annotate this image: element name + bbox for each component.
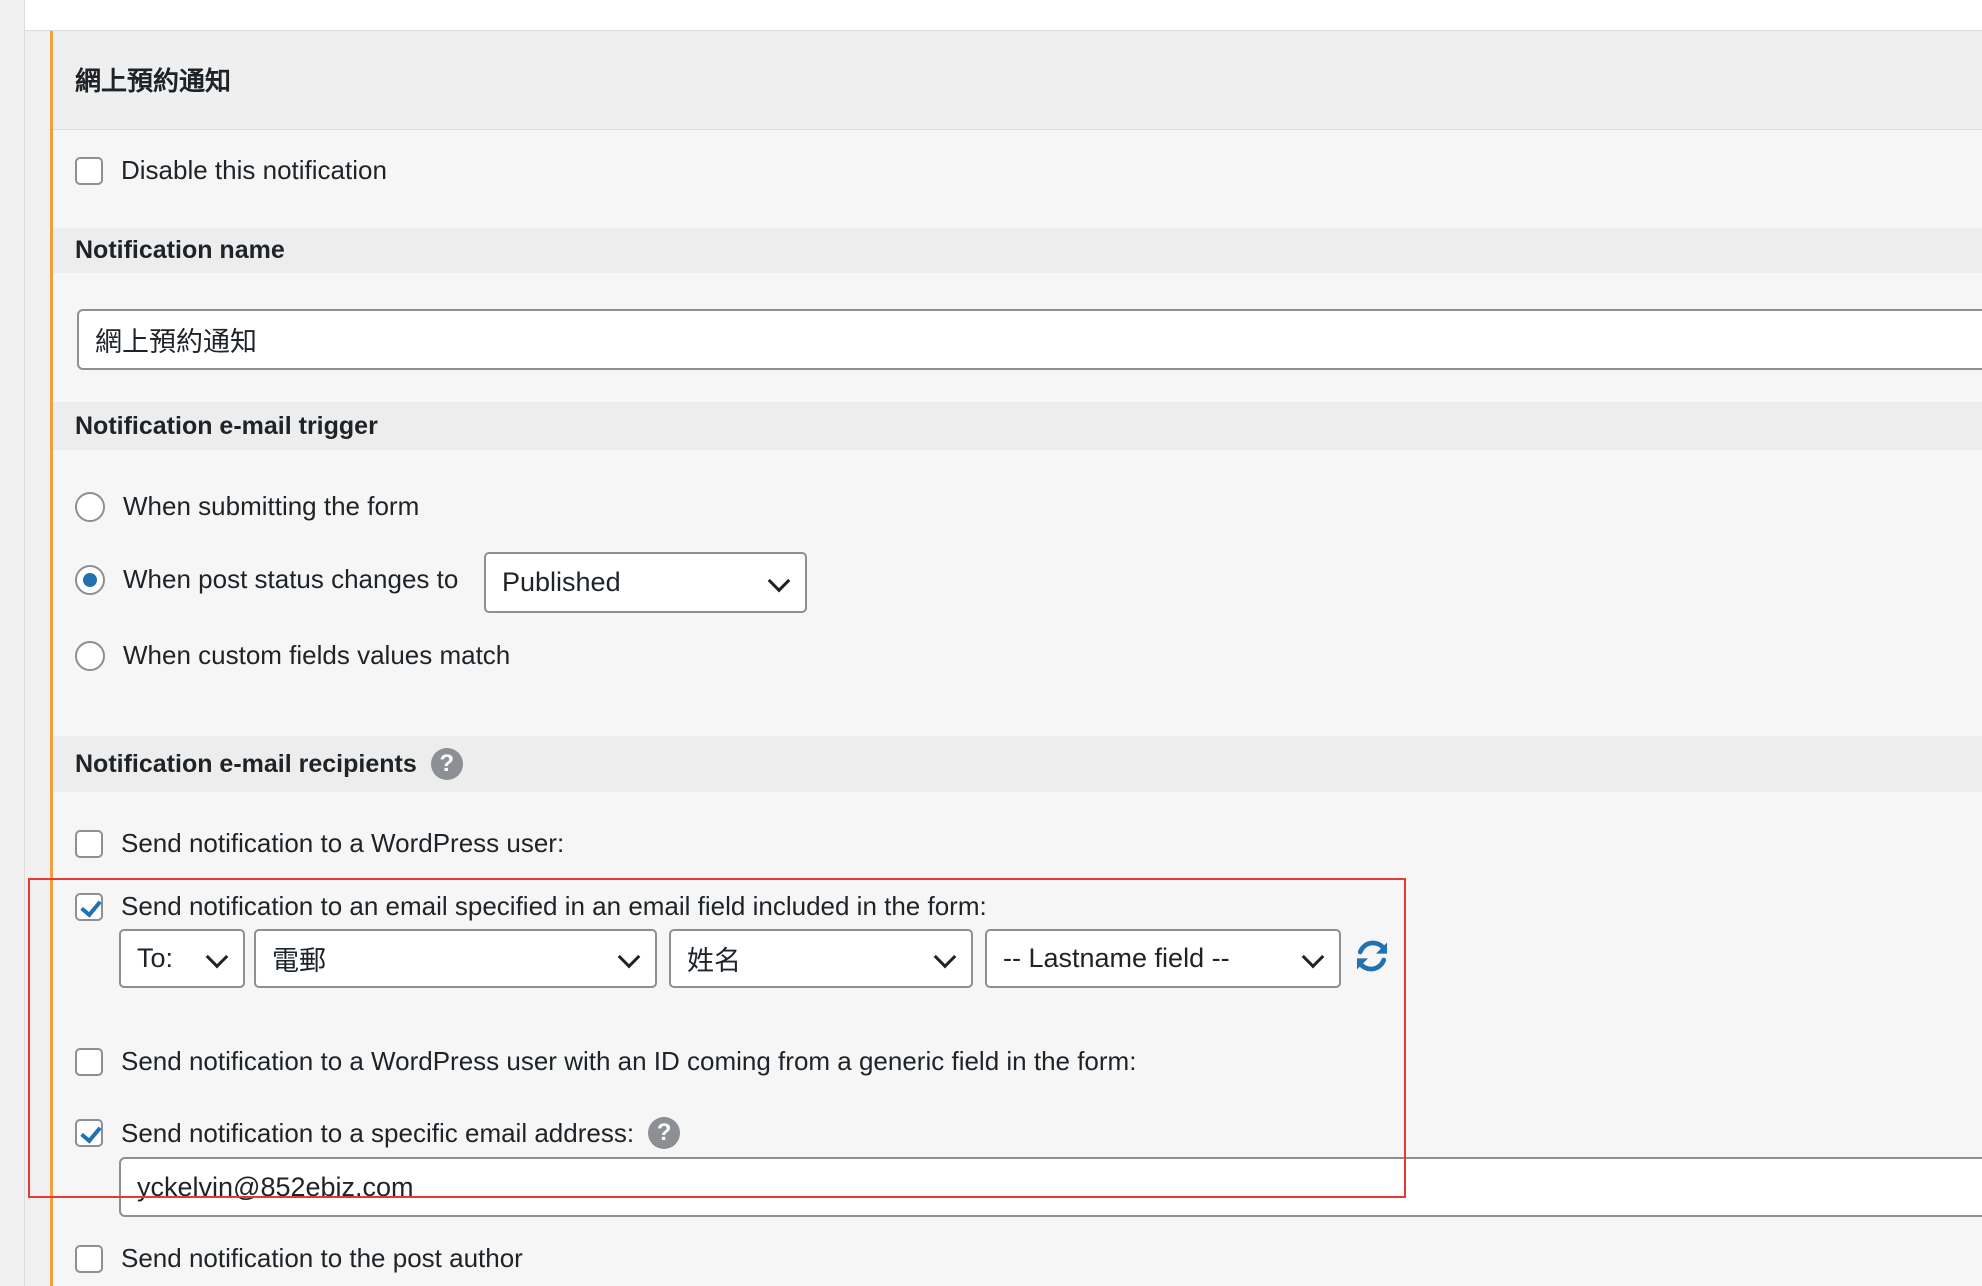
disable-notification-checkbox[interactable] bbox=[75, 156, 103, 185]
notification-name-value: 網上預約通知 bbox=[95, 327, 257, 357]
disable-notification-row[interactable]: Disable this notification bbox=[75, 155, 387, 186]
trigger-status-label: When post status changes to bbox=[123, 564, 459, 594]
notification-name-heading-text: Notification name bbox=[75, 236, 285, 264]
trigger-heading: Notification e-mail trigger bbox=[53, 402, 1982, 450]
trigger-option-submit[interactable]: When submitting the form bbox=[75, 491, 419, 522]
recipient-post-author-label: Send notification to the post author bbox=[121, 1243, 523, 1273]
recipient-wp-user-row[interactable]: Send notification to a WordPress user: bbox=[75, 828, 564, 859]
trigger-custom-fields-label: When custom fields values match bbox=[123, 640, 511, 670]
trigger-submit-radio[interactable] bbox=[75, 491, 105, 522]
help-icon[interactable]: ? bbox=[430, 748, 463, 780]
trigger-custom-fields-radio[interactable] bbox=[75, 640, 105, 671]
recipient-wp-user-label: Send notification to a WordPress user: bbox=[121, 828, 565, 858]
recipients-heading-text: Notification e-mail recipients bbox=[75, 749, 417, 778]
trigger-option-custom-fields[interactable]: When custom fields values match bbox=[75, 640, 510, 671]
highlight-annotation-box bbox=[28, 878, 1406, 1198]
disable-notification-label: Disable this notification bbox=[121, 155, 387, 185]
trigger-heading-text: Notification e-mail trigger bbox=[75, 411, 378, 440]
recipients-heading: Notification e-mail recipients ? bbox=[53, 736, 1982, 792]
trigger-submit-label: When submitting the form bbox=[123, 491, 420, 521]
status-select[interactable]: Published bbox=[484, 552, 807, 613]
trigger-status-radio[interactable] bbox=[75, 564, 105, 595]
panel-header[interactable]: 網上預約通知 bbox=[53, 31, 1982, 130]
recipient-post-author-checkbox[interactable] bbox=[75, 1244, 103, 1273]
recipient-wp-user-checkbox[interactable] bbox=[75, 829, 103, 858]
panel-title: 網上預約通知 bbox=[75, 66, 232, 96]
top-strip bbox=[25, 0, 1982, 31]
status-select-value: Published bbox=[502, 567, 621, 597]
notification-name-input[interactable]: 網上預約通知 bbox=[77, 309, 1982, 370]
admin-sidebar-edge bbox=[0, 0, 25, 1286]
trigger-option-status-change[interactable]: When post status changes to bbox=[75, 564, 458, 595]
chevron-down-icon bbox=[767, 569, 791, 592]
notification-name-heading: Notification name bbox=[53, 228, 1982, 273]
recipient-post-author-row[interactable]: Send notification to the post author bbox=[75, 1243, 523, 1274]
